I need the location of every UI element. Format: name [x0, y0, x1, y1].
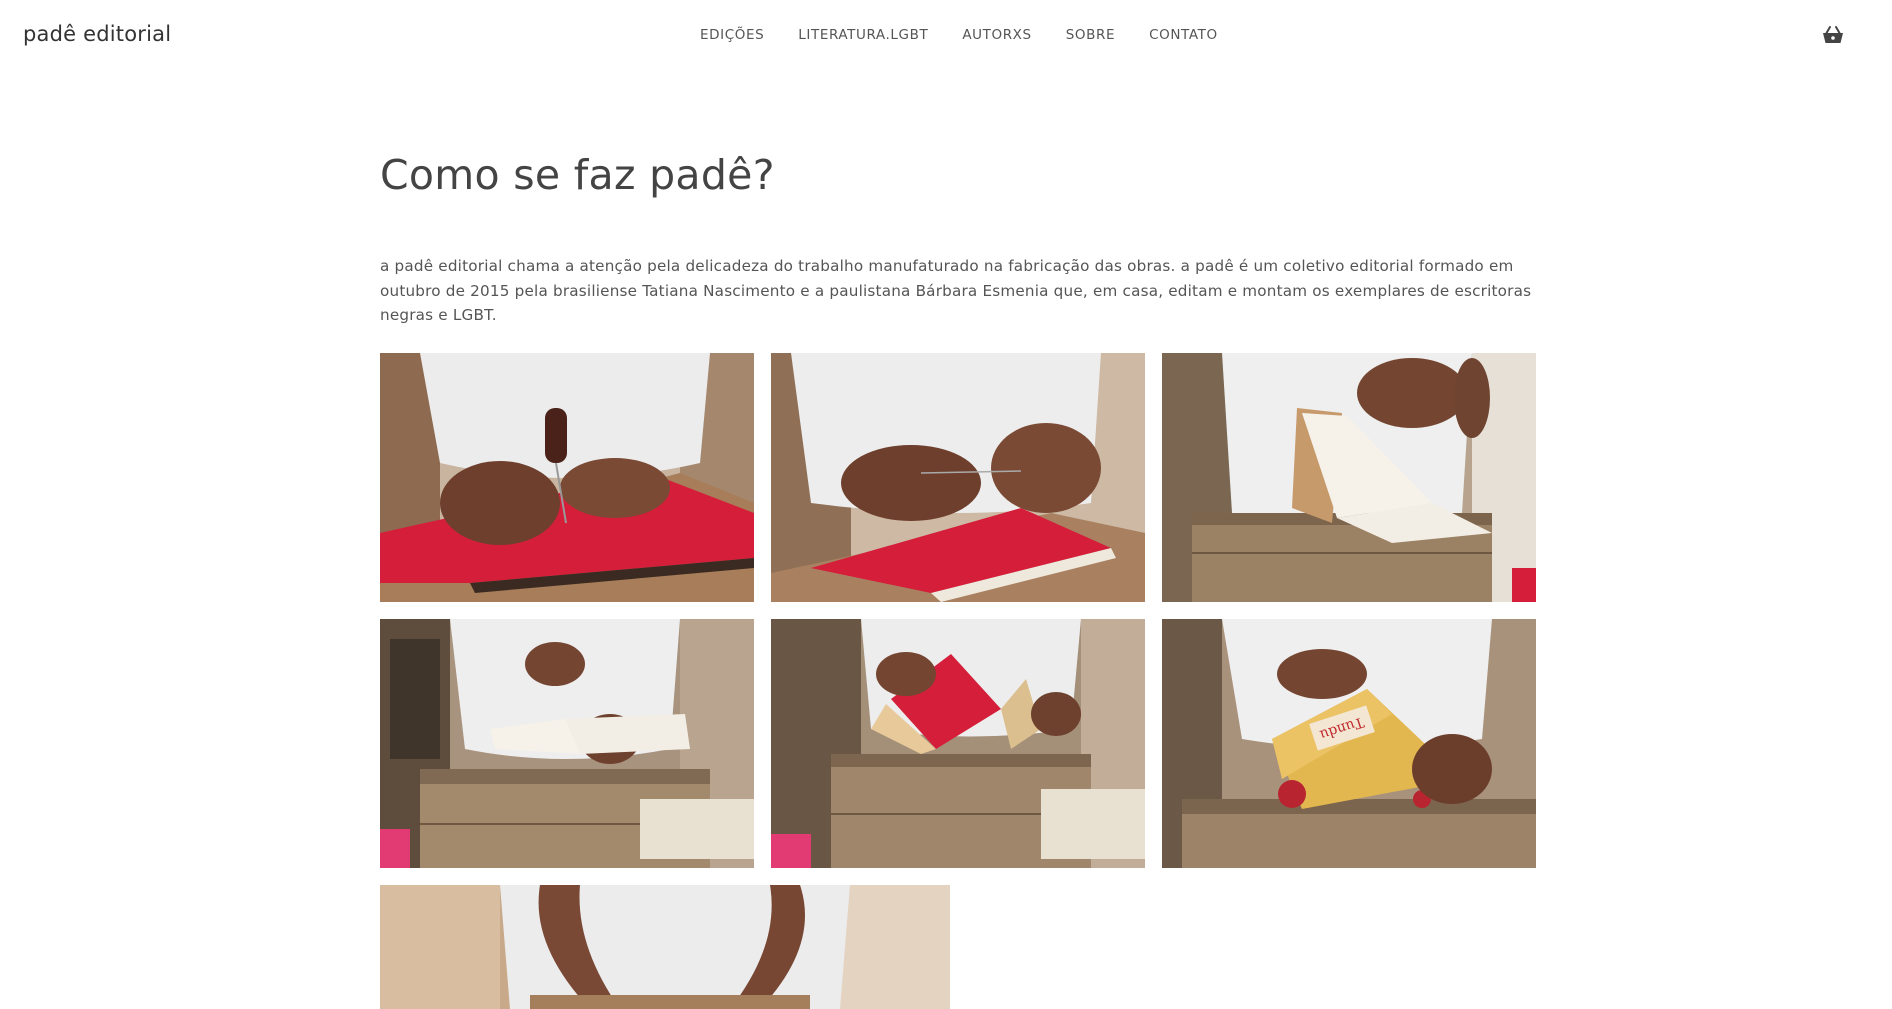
main-content: Como se faz padê? a padê editorial chama…	[380, 148, 1536, 328]
gallery-photo-7[interactable]	[380, 885, 950, 1009]
gallery-photo-6[interactable]: Tundu	[1162, 619, 1536, 868]
gallery-photo-4[interactable]	[380, 619, 754, 868]
intro-paragraph: a padê editorial chama a atenção pela de…	[380, 257, 1532, 324]
gallery-photo-2[interactable]	[771, 353, 1145, 602]
site-header: padê editorial EDIÇÕES LITERATURA.LGBT A…	[0, 0, 1892, 72]
gallery-photo-3[interactable]	[1162, 353, 1536, 602]
page-title: Como se faz padê?	[380, 151, 775, 199]
nav-item-edicoes[interactable]: EDIÇÕES	[700, 27, 764, 43]
nav-item-contato[interactable]: CONTATO	[1149, 27, 1218, 43]
site-logo[interactable]: padê editorial	[23, 22, 171, 46]
nav-item-literatura-lgbt[interactable]: LITERATURA.LGBT	[798, 27, 928, 43]
shopping-basket-icon[interactable]	[1821, 23, 1845, 47]
gallery-photo-1[interactable]	[380, 353, 754, 602]
gallery-photo-5[interactable]	[771, 619, 1145, 868]
nav-item-autorxs[interactable]: AUTORXS	[962, 27, 1031, 43]
nav-item-sobre[interactable]: SOBRE	[1066, 27, 1115, 43]
main-nav: EDIÇÕES LITERATURA.LGBT AUTORXS SOBRE CO…	[700, 27, 1252, 43]
